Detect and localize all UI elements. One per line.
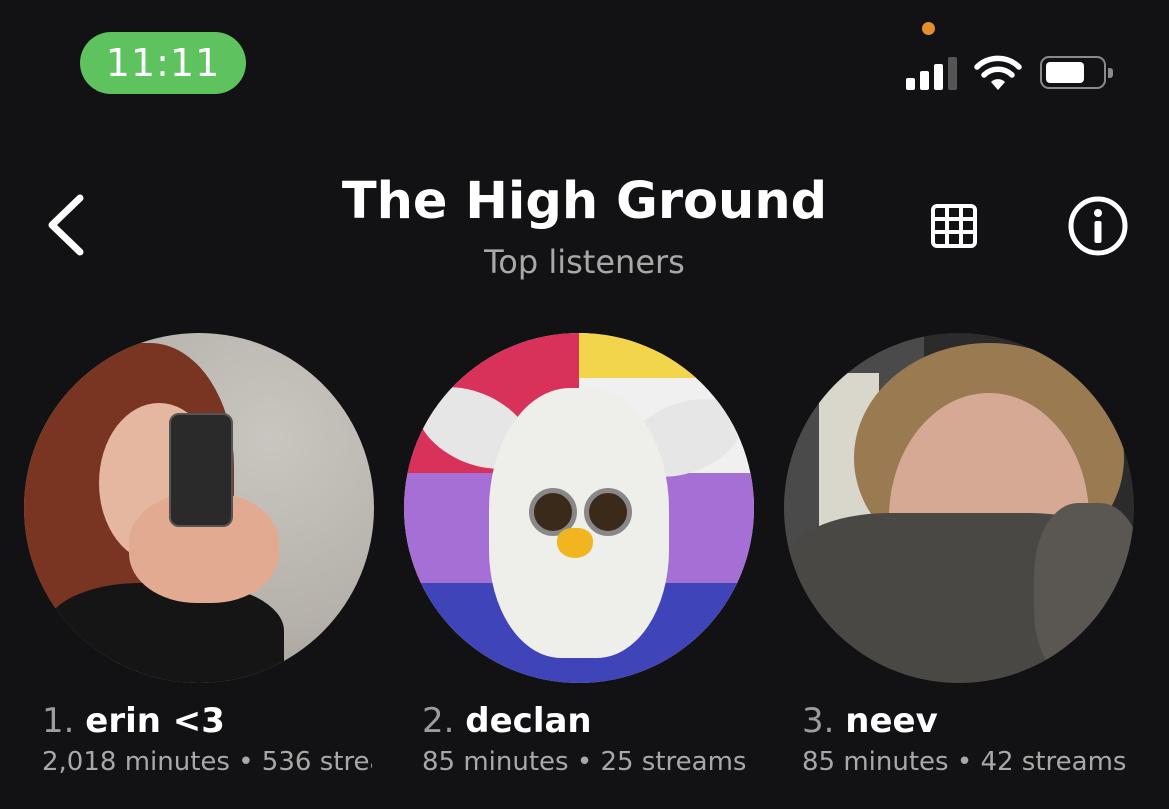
listener-rank: 1. xyxy=(42,701,75,741)
listener-rank: 3. xyxy=(802,701,835,741)
page-title: The High Ground xyxy=(341,172,828,231)
listener-card[interactable]: 1. erin <3 2,018 minutes • 536 strea xyxy=(24,333,374,777)
listener-name: erin <3 xyxy=(85,701,225,741)
grid-icon[interactable] xyxy=(930,203,978,249)
listener-stats: 85 minutes • 42 streams xyxy=(802,747,1127,777)
avatar[interactable] xyxy=(24,333,374,683)
listener-stats: 85 minutes • 25 streams xyxy=(422,747,747,777)
listener-card[interactable]: 2. declan 85 minutes • 25 streams xyxy=(404,333,754,777)
avatar[interactable] xyxy=(404,333,754,683)
listener-stats: 2,018 minutes • 536 strea xyxy=(42,747,372,777)
battery-icon xyxy=(1040,56,1113,89)
page-subtitle: Top listeners xyxy=(484,243,685,281)
privacy-indicator-dot xyxy=(922,22,935,35)
signal-icon xyxy=(906,56,957,90)
wifi-icon xyxy=(974,55,1022,90)
status-time: 11:11 xyxy=(80,32,246,94)
listener-name-line: 1. erin <3 xyxy=(42,701,374,741)
info-icon[interactable] xyxy=(1066,194,1130,258)
listener-rank: 2. xyxy=(422,701,455,741)
listener-card[interactable]: 3. neev 85 minutes • 42 streams xyxy=(784,333,1134,777)
listener-name-line: 3. neev xyxy=(802,701,1134,741)
listener-name: declan xyxy=(465,701,592,741)
listener-name-line: 2. declan xyxy=(422,701,754,741)
listener-name: neev xyxy=(845,701,938,741)
avatar[interactable] xyxy=(784,333,1134,683)
